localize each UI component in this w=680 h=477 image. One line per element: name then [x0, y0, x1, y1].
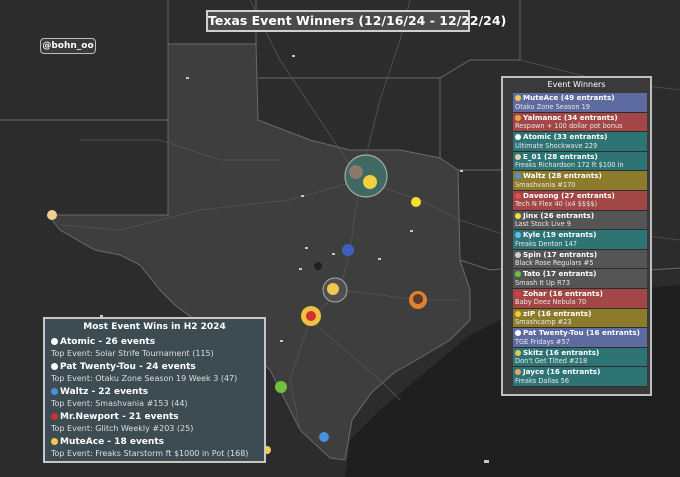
- character-icon: [515, 134, 521, 141]
- character-icon: [515, 349, 521, 356]
- map-title: Texas Event Winners (12/16/24 - 12/22/24…: [206, 10, 506, 32]
- winner-name: MuteAce (49 entrants): [515, 93, 647, 103]
- event-name: Tech N Flex 40 (x4 $$$$): [515, 200, 598, 209]
- winner-name: Yalmanac (34 entrants): [515, 113, 647, 123]
- character-icon: [515, 232, 521, 239]
- dfw-marker[interactable]: [344, 154, 388, 198]
- event-name: Smash It Up R73: [515, 278, 571, 287]
- character-icon: [51, 363, 58, 370]
- list-item: Yalmanac (34 entrants) Respawn + 100 doll…: [513, 112, 647, 133]
- top-event: Top Event: Smashvania #153 (44): [51, 399, 188, 408]
- list-item: Mr.Newport - 21 events Top Event: Glitch …: [49, 411, 264, 436]
- top-event: Top Event: Glitch Weekly #203 (25): [51, 424, 194, 433]
- character-icon: [515, 173, 521, 180]
- winner-name: Pat Twenty-Tou (16 entrants): [515, 328, 647, 338]
- list-item: Atomic - 26 events Top Event: Solar Strif…: [49, 336, 264, 361]
- list-item: MuteAce (49 entrants) Otaku Zone Season 1…: [513, 93, 647, 113]
- laredo-marker[interactable]: [275, 381, 287, 393]
- event-name: Last Stock Live 9: [515, 220, 571, 229]
- character-icon: [515, 114, 521, 121]
- winner-name: Tato (17 entrants): [515, 269, 647, 279]
- rio-grande-marker[interactable]: [319, 432, 329, 442]
- event-winners-title: Event Winners: [547, 80, 606, 89]
- event-winners-panel: Event Winners MuteAce (49 entrants) Otaku…: [501, 76, 652, 396]
- event-name: Freaks Richardson 172 ft $100 in: [515, 161, 624, 170]
- houston-marker[interactable]: [409, 291, 427, 309]
- list-item: Tato (17 entrants) Smash It Up R73: [513, 269, 647, 289]
- character-icon: [515, 369, 521, 376]
- list-item: Jayce (16 entrants) Freaks Dallas 56: [513, 367, 647, 387]
- character-icon: [515, 271, 521, 278]
- most-wins-title: Most Event Wins in H2 2024: [83, 322, 226, 332]
- character-icon: [515, 212, 521, 219]
- list-item: Waltz - 22 events Top Event: Smashvania #…: [49, 386, 264, 411]
- player-name: MuteAce - 18 events: [51, 436, 264, 448]
- winner-name: Skitz (16 entrants): [515, 348, 647, 358]
- waco-austin-marker[interactable]: [342, 244, 354, 256]
- event-name: TGE Fridays #57: [515, 337, 570, 346]
- event-name: Freaks Dallas 56: [515, 376, 570, 385]
- character-icon: [515, 95, 521, 101]
- event-name: Otaku Zone Season 19: [515, 102, 591, 111]
- list-item: Zohar (16 entrants) Baby Deez Nebula 70: [513, 288, 647, 309]
- winner-name: Spin (17 entrants): [515, 250, 647, 260]
- player-name: Mr.Newport - 21 events: [51, 411, 264, 423]
- character-icon: [515, 192, 521, 199]
- event-name: Freaks Denton 147: [515, 239, 578, 248]
- list-item: Daveong (27 entrants) Tech N Flex 40 (x4 …: [513, 190, 647, 211]
- character-icon: [515, 290, 521, 297]
- list-item: Jinx (26 entrants) Last Stock Live 9: [513, 210, 647, 231]
- winner-name: Jayce (16 entrants): [515, 367, 647, 377]
- winner-name: Jinx (26 entrants): [515, 211, 647, 221]
- character-icon: [515, 310, 521, 317]
- most-wins-list: Atomic - 26 events Top Event: Solar Strif…: [49, 336, 264, 461]
- event-name: Smashcamp #23: [515, 318, 572, 327]
- list-item: zIP (16 entrants) Smashcamp #23: [513, 308, 647, 329]
- top-event: Top Event: Freaks Starstorm ft $1000 in …: [51, 449, 249, 458]
- character-icon: [515, 330, 521, 337]
- list-item: Pat Twenty-Tou - 24 events Top Event: Ota…: [49, 361, 264, 386]
- winner-name: E_01 (28 entrants): [515, 152, 647, 162]
- list-item: E_01 (28 entrants) Freaks Richardson 172 …: [513, 151, 647, 172]
- author-handle: @bohn_oo: [40, 38, 96, 54]
- list-item: Spin (17 entrants) Black Rose Regulars #5: [513, 249, 647, 270]
- player-name: Waltz - 22 events: [51, 386, 264, 398]
- player-name: Atomic - 26 events: [51, 336, 264, 348]
- list-item: Pat Twenty-Tou (16 entrants) TGE Fridays …: [513, 328, 647, 348]
- top-event: Top Event: Solar Strife Tournament (115): [51, 349, 214, 358]
- event-winners-list: MuteAce (49 entrants) Otaku Zone Season 1…: [513, 93, 647, 387]
- winner-name: Zohar (16 entrants): [515, 289, 647, 299]
- list-item: Kyle (19 entrants) Freaks Denton 147: [513, 230, 647, 250]
- winner-name: Kyle (19 entrants): [515, 230, 647, 240]
- event-name: Ultimate Shockwave 229: [515, 141, 598, 150]
- list-item: Atomic (33 entrants) Ultimate Shockwave 2…: [513, 132, 647, 152]
- event-name: Don't Get Tilted #218: [515, 357, 588, 366]
- character-icon: [51, 413, 58, 420]
- character-icon: [515, 153, 521, 160]
- winner-name: zIP (16 entrants): [515, 309, 647, 319]
- event-name: Respawn + 100 dollar pot bonus: [515, 122, 623, 131]
- winner-name: Atomic (33 entrants): [515, 132, 647, 142]
- winner-name: Waltz (28 entrants): [515, 171, 647, 181]
- east-texas-marker[interactable]: [411, 197, 421, 207]
- event-name: Black Rose Regulars #5: [515, 259, 594, 268]
- san-antonio-marker[interactable]: [301, 306, 321, 326]
- most-wins-panel: Most Event Wins in H2 2024 Atomic - 26 e…: [43, 317, 266, 463]
- character-icon: [51, 388, 58, 395]
- character-icon: [51, 338, 58, 345]
- player-name: Pat Twenty-Tou - 24 events: [51, 361, 264, 373]
- winner-name: Daveong (27 entrants): [515, 191, 647, 201]
- el-paso-marker[interactable]: [47, 210, 57, 220]
- top-event: Top Event: Otaku Zone Season 19 Week 3 (…: [51, 374, 238, 383]
- list-item: Skitz (16 entrants) Don't Get Tilted #218: [513, 347, 647, 368]
- event-name: Smashvania #170: [515, 180, 576, 189]
- character-icon: [515, 251, 521, 258]
- list-item: Waltz (28 entrants) Smashvania #170: [513, 171, 647, 191]
- character-icon: [51, 438, 58, 445]
- event-name: Baby Deez Nebula 70: [515, 298, 587, 307]
- list-item: MuteAce - 18 events Top Event: Freaks Sta…: [49, 436, 264, 461]
